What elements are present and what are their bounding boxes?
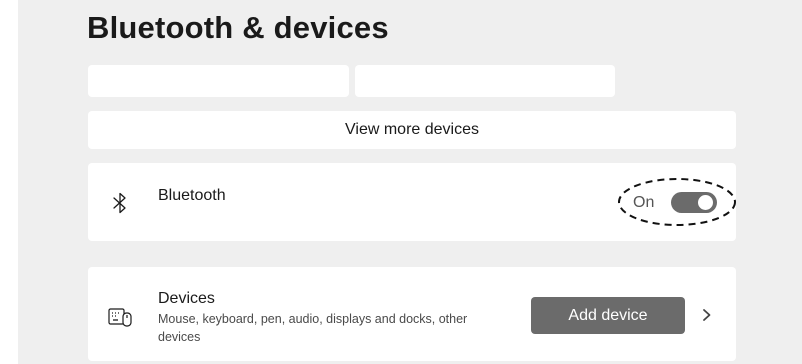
toggle-knob — [698, 195, 713, 210]
bluetooth-toggle[interactable] — [671, 192, 717, 213]
bluetooth-icon — [113, 192, 126, 214]
devices-setting-row[interactable]: Devices Mouse, keyboard, pen, audio, dis… — [88, 267, 736, 361]
devices-description: Mouse, keyboard, pen, audio, displays an… — [158, 312, 468, 344]
add-device-button[interactable]: Add device — [531, 297, 685, 334]
view-more-devices-label: View more devices — [345, 121, 479, 138]
view-more-devices-button[interactable]: View more devices — [88, 111, 736, 149]
keyboard-mouse-icon — [108, 308, 132, 327]
bluetooth-label: Bluetooth — [158, 187, 226, 204]
bluetooth-toggle-state: On — [633, 194, 655, 211]
page-title: Bluetooth & devices — [87, 10, 389, 45]
add-device-label: Add device — [568, 306, 648, 324]
device-tile[interactable] — [355, 65, 615, 97]
devices-title: Devices — [158, 290, 215, 307]
bluetooth-toggle-area: On — [617, 177, 737, 227]
chevron-right-icon[interactable] — [700, 305, 714, 325]
device-tile[interactable] — [88, 65, 349, 97]
bluetooth-setting-row: Bluetooth On — [88, 163, 736, 241]
